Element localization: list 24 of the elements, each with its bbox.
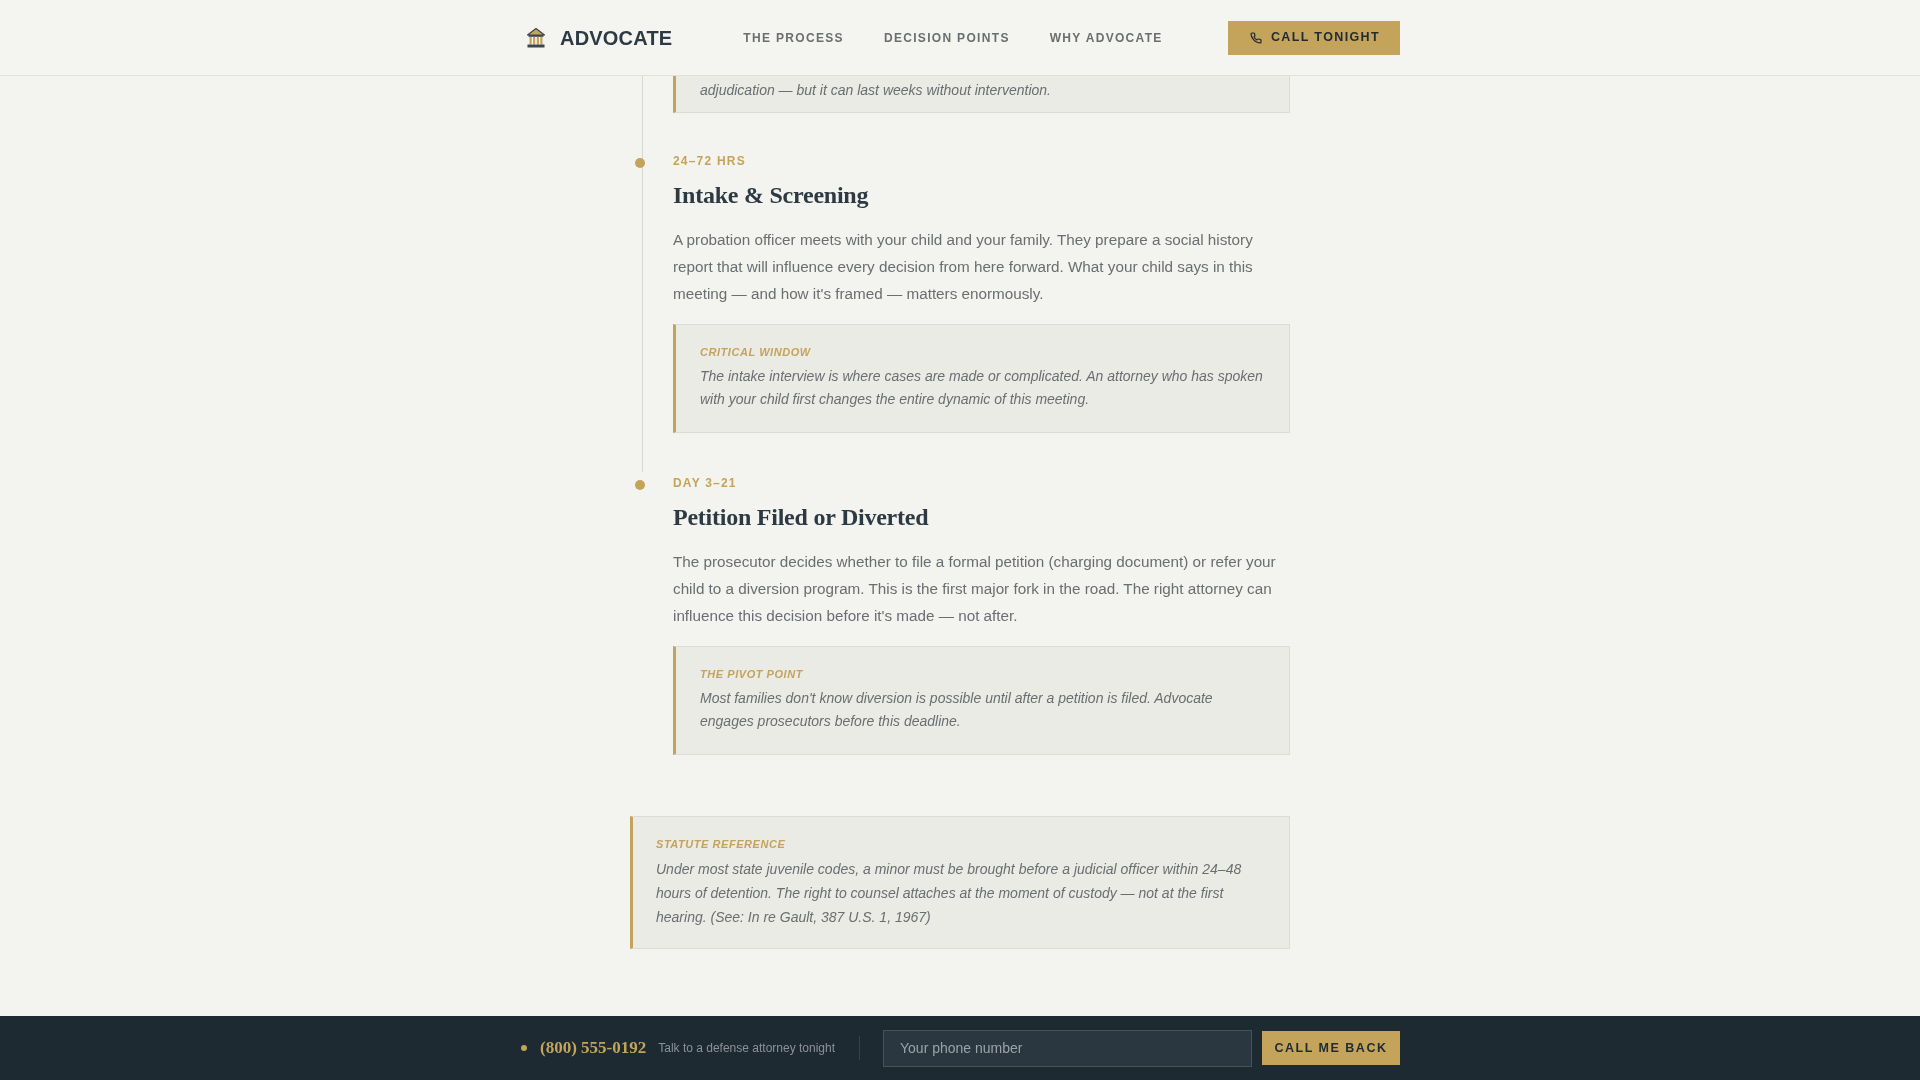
callout-text: Under most state juvenile codes, a minor must be brought before a judicial officer within 24–48 hours of detention. The right to counsel attaches at the moment of custody — not at the first hearing. (See: In re Gault, 387 U.S. 1, 1967) <box>656 859 1243 927</box>
step-description: The prosecutor decides whether to file a formal petition (charging document) or refer your child to a diversion program. This is the first major fork in the road. The right attorney can influence this decision before it's made — not after. <box>673 551 1277 626</box>
step-title: Intake & Screening <box>673 180 870 210</box>
call-me-back-button[interactable]: CALL ME BACK <box>1262 1031 1400 1065</box>
phone-input[interactable]: Your phone number <box>883 1029 1253 1067</box>
callout-text: The intake interview is where cases are made or complicated. An attorney who has spoken with your child first changes the entire dynamic of this meeting. <box>700 366 1264 409</box>
step-title: Petition Filed or Diverted <box>673 502 930 532</box>
phone-link[interactable]: (800) 555-0192 <box>540 1035 647 1061</box>
logo-link[interactable]: ADVOCATE <box>560 24 673 51</box>
step-description: A probation officer meets with your child and your family. They prepare a social history report that will influence every decision from here forward. What your child says in this meeting — and how it's framed — matters enormously. <box>673 229 1254 304</box>
tagline-text: Talk to a defense attorney tonight <box>658 1040 836 1057</box>
nav-link[interactable]: WHY ADVOCATE <box>1049 28 1163 47</box>
phone-icon <box>1249 31 1262 44</box>
callout-label: CRITICAL WINDOW <box>700 344 812 359</box>
nav-link[interactable]: DECISION POINTS <box>883 28 1010 47</box>
callout-text: adjudication — but it can last weeks without intervention. <box>700 81 1052 100</box>
callout-label: THE PIVOT POINT <box>700 666 804 681</box>
building-icon <box>527 27 545 48</box>
callout-text: Most families don't know diversion is possible until after a petition is filed. Advocate engages prosecutors before this deadline. <box>700 688 1214 731</box>
callout-label: STATUTE REFERENCE <box>656 836 787 851</box>
nav-link[interactable]: THE PROCESS <box>743 28 844 47</box>
time-label: 24–72 HRS <box>673 153 747 168</box>
call-button[interactable]: CALL TONIGHT <box>1227 20 1400 55</box>
time-label: DAY 3–21 <box>673 475 738 490</box>
